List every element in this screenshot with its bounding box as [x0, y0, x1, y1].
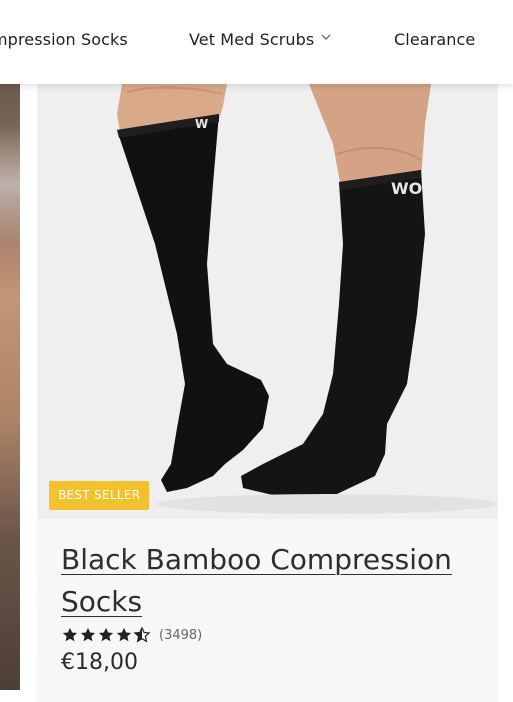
star-full-icon [62, 627, 78, 642]
product-price: €18,00 [61, 650, 138, 675]
star-full-icon [80, 627, 96, 642]
star-full-icon [98, 627, 114, 642]
previous-product-image[interactable] [0, 84, 20, 690]
rating-row: (3498) [61, 625, 202, 645]
review-count[interactable]: (3498) [159, 628, 202, 643]
nav-item-vet-med-scrubs[interactable]: Vet Med Scrubs [189, 30, 332, 49]
star-full-icon [116, 627, 132, 642]
star-half-icon [133, 626, 151, 643]
product-card[interactable]: WO W BEST SELLER Black Bamboo Compressio… [37, 84, 498, 702]
product-title-link[interactable]: Black Bamboo Compression Socks [61, 539, 481, 623]
nav-item-compression-socks[interactable]: mpression Socks [0, 30, 128, 49]
best-seller-badge: BEST SELLER [49, 481, 150, 510]
socks-photo: WO W [37, 84, 498, 519]
top-navigation: mpression Socks Vet Med Scrubs Clearance [0, 0, 513, 84]
chevron-down-icon [321, 34, 331, 40]
svg-text:W: W [195, 117, 208, 131]
nav-item-label: Vet Med Scrubs [189, 30, 315, 49]
svg-text:WO: WO [391, 179, 422, 198]
nav-item-clearance[interactable]: Clearance [394, 30, 475, 49]
product-image[interactable]: WO W BEST SELLER [37, 84, 498, 519]
